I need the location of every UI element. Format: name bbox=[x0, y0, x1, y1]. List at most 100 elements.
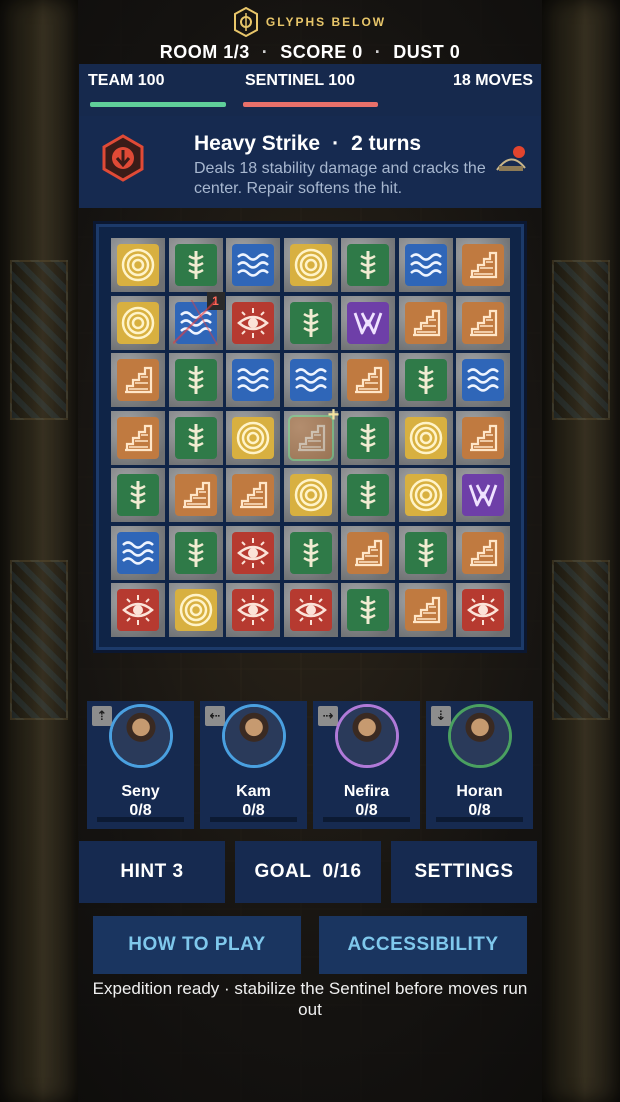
left-pillar-decoration bbox=[0, 0, 78, 1102]
vine-glyph-icon bbox=[347, 474, 389, 516]
board-cell[interactable] bbox=[398, 410, 453, 465]
board-cell[interactable] bbox=[398, 353, 453, 407]
board-cell[interactable] bbox=[398, 295, 453, 350]
board-cell[interactable]: 1 bbox=[168, 291, 225, 350]
board-cell[interactable] bbox=[456, 525, 510, 580]
hero-card[interactable]: ⇠ Kam 0/8 bbox=[200, 701, 307, 829]
hero-name: Seny bbox=[121, 783, 160, 800]
wave-glyph-icon bbox=[174, 301, 217, 344]
hero-portrait bbox=[112, 707, 170, 765]
pillar-band bbox=[10, 560, 68, 720]
stair-glyph-icon bbox=[462, 416, 504, 459]
hero-name: Nefira bbox=[343, 783, 390, 800]
board-cell[interactable] bbox=[341, 238, 395, 292]
how-to-play-button[interactable]: HOW TO PLAY bbox=[93, 916, 301, 974]
sun-glyph-icon bbox=[404, 474, 447, 516]
vine-glyph-icon bbox=[289, 301, 332, 344]
accessibility-button[interactable]: ACCESSIBILITY bbox=[319, 916, 527, 974]
hero-charge-bar bbox=[97, 817, 184, 822]
board-cell[interactable]: + bbox=[283, 405, 339, 465]
board-cell[interactable] bbox=[341, 468, 395, 522]
board-cell[interactable] bbox=[111, 583, 165, 637]
board-cell[interactable] bbox=[283, 353, 338, 407]
hero-card[interactable]: ⇢ Nefira 0/8 bbox=[313, 701, 420, 829]
hero-name: Horan bbox=[456, 783, 503, 800]
board-cell[interactable] bbox=[168, 410, 223, 465]
board-cell[interactable] bbox=[398, 468, 453, 522]
board-cell[interactable] bbox=[111, 353, 165, 407]
wave-glyph-icon bbox=[289, 359, 332, 401]
board-cell[interactable] bbox=[341, 353, 395, 407]
board-cell[interactable] bbox=[226, 353, 280, 407]
sentinel-health-label: SENTINEL 100 bbox=[245, 72, 355, 89]
wave-glyph-icon bbox=[232, 359, 274, 401]
board-cell[interactable] bbox=[226, 468, 280, 522]
eye-glyph-icon bbox=[289, 589, 332, 631]
hero-card[interactable]: ⇡ Seny 0/8 bbox=[87, 701, 194, 829]
board-cell[interactable] bbox=[226, 295, 280, 350]
board-cell[interactable] bbox=[456, 295, 510, 350]
board-cell[interactable] bbox=[168, 468, 223, 522]
wave-glyph-icon bbox=[232, 244, 274, 286]
board-cell[interactable] bbox=[111, 468, 165, 522]
vine-glyph-icon bbox=[117, 474, 159, 516]
board-cell[interactable] bbox=[168, 583, 223, 637]
eye-glyph-icon bbox=[117, 589, 159, 631]
board-cell[interactable] bbox=[283, 525, 338, 580]
vine-glyph-icon bbox=[289, 531, 332, 574]
hero-card[interactable]: ⇣ Horan 0/8 bbox=[426, 701, 533, 829]
vine-glyph-icon bbox=[174, 531, 217, 574]
glyph-grid: 1 + bbox=[111, 238, 510, 637]
sentinel-portrait-icon bbox=[496, 146, 526, 171]
down-arrow-hex-icon bbox=[102, 134, 144, 182]
board-cell[interactable] bbox=[226, 238, 280, 292]
board-cell[interactable] bbox=[111, 525, 165, 580]
goal-button[interactable]: GOAL 0/16 bbox=[235, 841, 381, 903]
board-cell[interactable] bbox=[168, 353, 223, 407]
enemy-attack-title: Heavy Strike · 2 turns bbox=[194, 132, 421, 156]
sun-glyph-icon bbox=[117, 301, 159, 344]
board-cell[interactable] bbox=[456, 468, 510, 522]
eye-glyph-icon bbox=[232, 589, 274, 631]
board-cell[interactable] bbox=[168, 525, 223, 580]
dust-counter: DUST 0 bbox=[393, 42, 461, 62]
team-health-label: TEAM 100 bbox=[88, 72, 165, 89]
board-cell[interactable] bbox=[283, 468, 338, 522]
board-cell[interactable] bbox=[341, 525, 395, 580]
stair-glyph-icon bbox=[347, 531, 389, 574]
vine-glyph-icon bbox=[174, 359, 217, 401]
board-cell[interactable] bbox=[283, 295, 338, 350]
board-cell[interactable] bbox=[341, 410, 395, 465]
stair-glyph-icon bbox=[404, 301, 447, 344]
stair-glyph-icon bbox=[174, 474, 217, 516]
board-cell[interactable] bbox=[226, 525, 280, 580]
board-cell[interactable] bbox=[111, 295, 165, 350]
board-cell[interactable] bbox=[456, 410, 510, 465]
hint-button[interactable]: HINT 3 bbox=[79, 841, 225, 903]
board-cell[interactable] bbox=[398, 583, 453, 637]
pillar-band bbox=[552, 260, 610, 420]
board-cell[interactable] bbox=[398, 525, 453, 580]
attack-turns: 2 turns bbox=[351, 132, 422, 155]
board-cell[interactable] bbox=[341, 295, 395, 350]
board-cell[interactable] bbox=[168, 238, 223, 292]
board-cell[interactable] bbox=[226, 583, 280, 637]
status-message: Expedition ready · stabilize the Sentine… bbox=[92, 979, 528, 1019]
hero-direction-icon: ⇡ bbox=[92, 706, 112, 726]
board-cell[interactable] bbox=[283, 583, 338, 637]
room-counter: ROOM 1/3 bbox=[159, 42, 250, 62]
hero-direction-icon: ⇠ bbox=[205, 706, 225, 726]
right-pillar-decoration bbox=[542, 0, 620, 1102]
settings-button[interactable]: SETTINGS bbox=[391, 841, 537, 903]
board-cell[interactable] bbox=[341, 583, 395, 637]
hero-portrait bbox=[338, 707, 396, 765]
board-cell[interactable] bbox=[456, 583, 510, 637]
board-cell[interactable] bbox=[111, 238, 165, 292]
board-cell[interactable] bbox=[111, 410, 165, 465]
board-cell[interactable] bbox=[226, 410, 280, 465]
board-cell[interactable] bbox=[398, 238, 453, 292]
board-cell[interactable] bbox=[456, 238, 510, 292]
board-cell[interactable] bbox=[456, 353, 510, 407]
board-cell[interactable] bbox=[283, 238, 338, 292]
vine-glyph-icon bbox=[174, 416, 217, 459]
